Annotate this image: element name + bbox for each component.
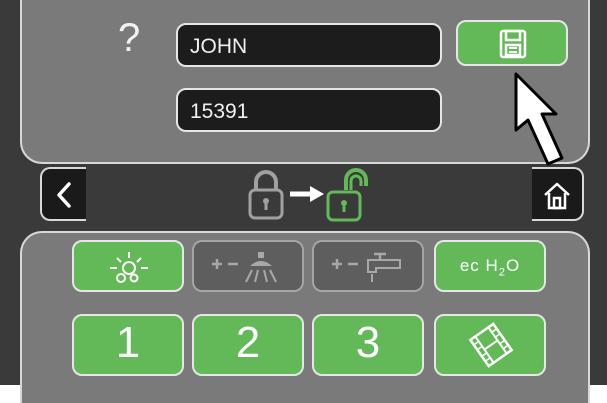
faucet-plus-minus-icon [332, 252, 401, 282]
ech2o-label-prefix: ec [459, 256, 480, 275]
shower-adjust-button[interactable] [192, 240, 304, 292]
faucet-adjust-button[interactable] [312, 240, 424, 292]
help-symbol[interactable]: ? [118, 16, 140, 61]
ech2o-label: ec H2O [436, 256, 544, 278]
name-field[interactable]: JOHN [176, 23, 442, 67]
save-button[interactable] [456, 20, 568, 66]
code-field[interactable]: 15391 [176, 88, 442, 132]
floppy-disk-icon [499, 29, 527, 59]
preset-2-button[interactable]: 2 [192, 314, 304, 376]
preset-3-button[interactable]: 3 [312, 314, 424, 376]
preset-1-label: 1 [115, 318, 141, 367]
film-strip-icon [468, 322, 514, 368]
light-button[interactable] [72, 240, 184, 292]
film-button[interactable] [434, 314, 546, 376]
ech2o-label-sub: 2 [498, 266, 506, 279]
chevron-left-icon [57, 182, 71, 208]
preset-1-button[interactable]: 1 [72, 314, 184, 376]
ech2o-label-o: O [505, 256, 521, 275]
back-button[interactable] [40, 167, 86, 221]
shower-plus-minus-icon [212, 252, 277, 283]
device-screen: ? JOHN 15391 ec H2O 1 2 3 [0, 0, 607, 403]
ech2o-label-h: H [485, 256, 499, 275]
lock-to-unlock-icon [248, 168, 368, 222]
light-bubbles-icon [110, 252, 148, 283]
home-icon [544, 182, 570, 210]
preset-2-label: 2 [235, 318, 261, 367]
home-button[interactable] [532, 167, 584, 221]
ech2o-button[interactable]: ec H2O [434, 240, 546, 292]
arrow-pointer-icon [514, 72, 564, 166]
preset-3-label: 3 [355, 318, 381, 367]
